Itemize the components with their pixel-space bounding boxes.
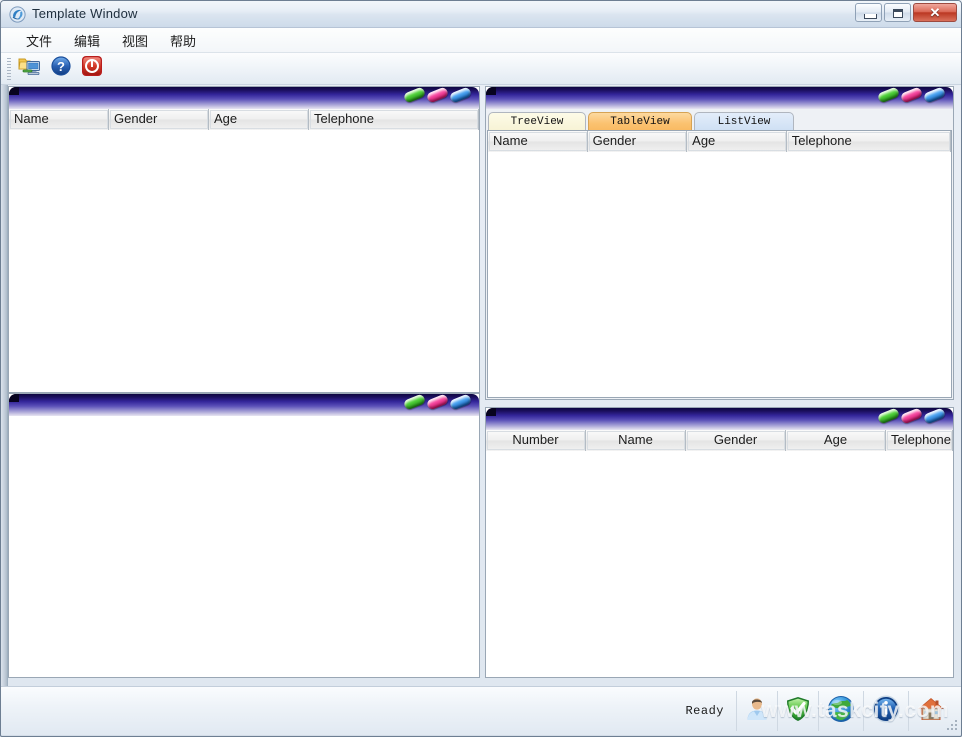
status-info-cell[interactable] <box>863 691 908 731</box>
home-icon <box>916 695 946 728</box>
tableview-table: Name Gender Age Telephone <box>487 130 952 398</box>
help-button[interactable]: ? <box>47 55 75 83</box>
menu-item-view[interactable]: 视图 <box>111 28 159 53</box>
pill-pink-icon <box>425 394 450 412</box>
network-computer-button[interactable] <box>16 55 44 83</box>
status-globe-cell[interactable] <box>818 691 863 731</box>
status-bar: Ready www.taskcity.com <box>1 686 961 735</box>
tab-treeview[interactable]: TreeView <box>488 112 586 131</box>
column-header-name[interactable]: Name <box>586 430 686 451</box>
minimize-button[interactable] <box>855 3 882 22</box>
column-header-age[interactable]: Age <box>786 430 886 451</box>
view-tabs: TreeView TableView ListView <box>488 111 796 131</box>
qt-logo-icon <box>9 6 26 23</box>
column-header-name[interactable]: Name <box>9 109 109 130</box>
user-icon <box>743 695 771 728</box>
menu-item-edit[interactable]: 编辑 <box>63 28 111 53</box>
panel-top-left: Name Gender Age Telephone <box>8 86 480 393</box>
power-stop-icon <box>81 55 103 82</box>
panel-top-right-header[interactable] <box>486 87 953 109</box>
pill-blue-icon <box>448 394 473 412</box>
resize-grip[interactable] <box>946 720 958 732</box>
listview-header-row: Number Name Gender Age Telephone <box>486 430 953 452</box>
pill-blue-icon <box>922 408 947 426</box>
pill-green-icon <box>876 408 901 426</box>
column-header-gender[interactable]: Gender <box>686 430 786 451</box>
power-button[interactable] <box>78 55 106 83</box>
panel-top-right: TreeView TableView ListView Name Gender … <box>485 86 954 400</box>
column-header-gender[interactable]: Gender <box>109 109 209 130</box>
window-controls: ✕ <box>855 3 957 22</box>
panel-decor-pills <box>402 394 473 412</box>
pill-green-icon <box>402 87 427 105</box>
column-header-name[interactable]: Name <box>488 131 588 152</box>
table-header-row: Name Gender Age Telephone <box>9 109 479 131</box>
tool-bar: ? <box>1 53 961 85</box>
panel-decor-pills <box>402 87 473 105</box>
panel-bottom-right-header[interactable] <box>486 408 953 430</box>
pill-blue-icon <box>448 87 473 105</box>
panel-bottom-left-body[interactable] <box>9 416 479 677</box>
panel-top-left-body: Name Gender Age Telephone <box>9 109 479 392</box>
close-button[interactable]: ✕ <box>913 3 957 22</box>
panel-bottom-left-header[interactable] <box>9 394 479 416</box>
pill-pink-icon <box>899 408 924 426</box>
listview-rows-area[interactable] <box>486 451 953 677</box>
panel-bottom-left <box>8 393 480 678</box>
maximize-icon <box>893 9 903 18</box>
pill-blue-icon <box>922 87 947 105</box>
panel-bottom-right: Number Name Gender Age Telephone <box>485 407 954 678</box>
table-rows-area[interactable] <box>488 152 951 397</box>
panel-top-left-header[interactable] <box>9 87 479 109</box>
pill-green-icon <box>876 87 901 105</box>
shield-check-icon <box>784 695 812 728</box>
help-question-icon: ? <box>50 55 72 82</box>
menu-bar: 文件 编辑 视图 帮助 <box>1 28 961 53</box>
tab-listview[interactable]: ListView <box>694 112 794 131</box>
pill-pink-icon <box>425 87 450 105</box>
column-header-number[interactable]: Number <box>486 430 586 451</box>
svg-text:?: ? <box>57 59 65 74</box>
tab-tableview[interactable]: TableView <box>588 112 692 131</box>
globe-icon <box>826 694 856 729</box>
window-title: Template Window <box>32 6 138 21</box>
column-header-age[interactable]: Age <box>687 131 787 152</box>
network-computer-icon <box>18 55 42 82</box>
info-icon <box>871 694 901 729</box>
column-header-telephone[interactable]: Telephone <box>786 131 951 152</box>
column-header-gender[interactable]: Gender <box>587 131 688 152</box>
left-dock-rail[interactable] <box>1 85 8 686</box>
title-bar[interactable]: Template Window ✕ <box>1 1 961 28</box>
status-bar-content: Ready <box>681 691 953 731</box>
work-area: Name Gender Age Telephone TreeView Table… <box>1 85 961 686</box>
pill-pink-icon <box>899 87 924 105</box>
application-window: Template Window ✕ 文件 编辑 视图 帮助 ? Name Gen… <box>0 0 962 737</box>
status-shield-cell[interactable] <box>777 691 818 731</box>
table-rows-area[interactable] <box>9 130 479 392</box>
status-message: Ready <box>685 704 724 718</box>
column-header-age[interactable]: Age <box>209 109 309 130</box>
minimize-icon <box>864 14 877 19</box>
column-header-telephone[interactable]: Telephone <box>886 430 953 451</box>
menu-item-file[interactable]: 文件 <box>15 28 63 53</box>
pill-green-icon <box>402 394 427 412</box>
maximize-button[interactable] <box>884 3 911 22</box>
panel-decor-pills <box>876 408 947 426</box>
table-header-row: Name Gender Age Telephone <box>488 131 951 153</box>
toolbar-drag-handle[interactable] <box>7 57 11 80</box>
menu-item-help[interactable]: 帮助 <box>159 28 207 53</box>
column-header-telephone[interactable]: Telephone <box>309 109 479 130</box>
panel-decor-pills <box>876 87 947 105</box>
panel-bottom-right-body: Number Name Gender Age Telephone <box>486 430 953 677</box>
panel-top-right-body: TreeView TableView ListView Name Gender … <box>486 109 953 399</box>
status-user-cell[interactable] <box>736 691 777 731</box>
close-icon: ✕ <box>929 5 941 20</box>
